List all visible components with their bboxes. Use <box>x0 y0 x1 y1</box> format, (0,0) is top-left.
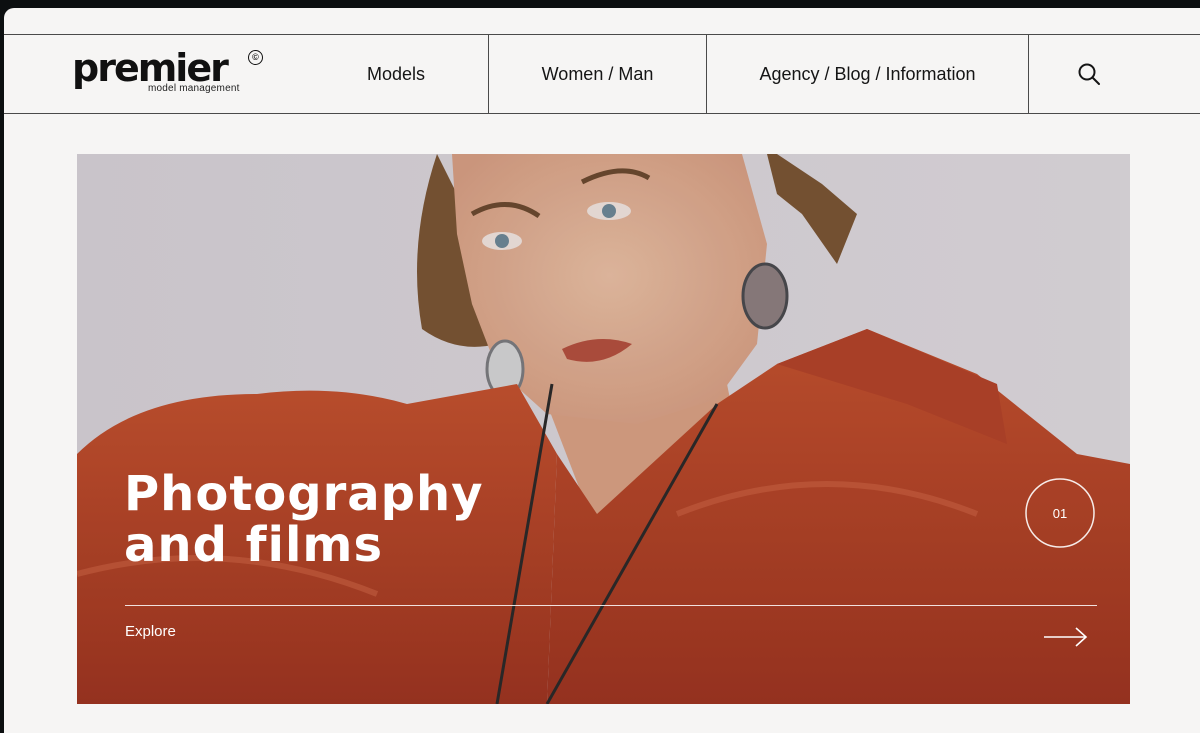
brand-tagline: model management <box>148 83 240 94</box>
nav-item-label: Women / Man <box>541 63 654 84</box>
browser-viewport: premier © model management Models Women … <box>4 8 1200 733</box>
nav-item-models[interactable]: Models <box>304 35 488 113</box>
hero-divider <box>125 605 1097 606</box>
hero-title: Photography and films <box>124 466 484 573</box>
slide-number: 01 <box>1052 505 1068 521</box>
top-strip <box>4 8 1200 35</box>
arrow-right-icon[interactable] <box>1042 626 1090 648</box>
copyright-mark: © <box>248 50 263 65</box>
brand-name: premier <box>72 46 229 90</box>
explore-link[interactable]: Explore <box>125 623 176 640</box>
hero-banner[interactable]: Photography and films 01 Explore <box>77 154 1130 704</box>
search-button[interactable] <box>1029 35 1149 113</box>
slide-counter[interactable]: 01 <box>1024 477 1096 549</box>
nav-item-agency-blog-information[interactable]: Agency / Blog / Information <box>707 35 1028 113</box>
hero-photo <box>77 154 1130 704</box>
logo[interactable]: premier © model management <box>72 35 272 113</box>
nav-item-women-man[interactable]: Women / Man <box>489 35 706 113</box>
search-icon <box>1078 63 1100 85</box>
nav-item-label: Models <box>366 63 426 84</box>
main-navigation: premier © model management Models Women … <box>4 35 1200 114</box>
nav-item-label: Agency / Blog / Information <box>759 63 976 84</box>
